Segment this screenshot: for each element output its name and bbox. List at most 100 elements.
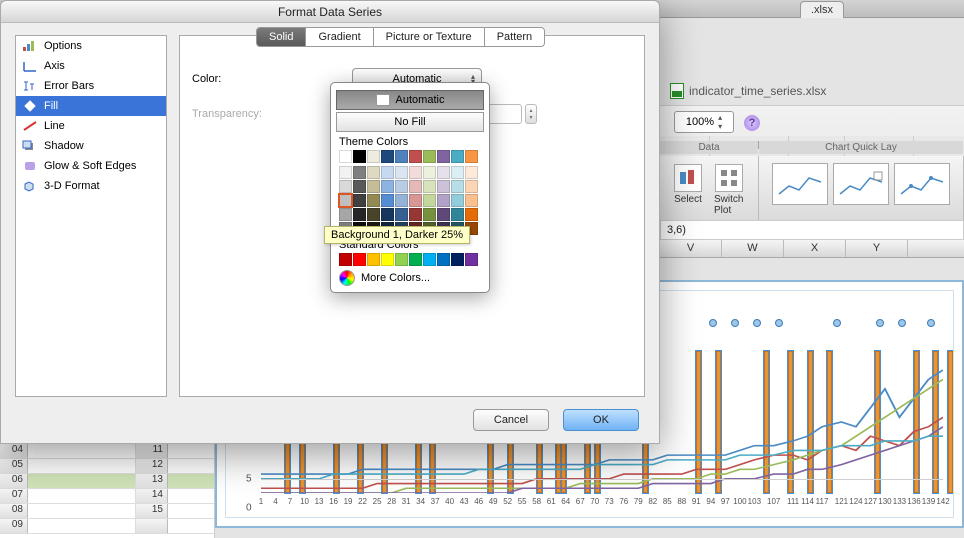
color-swatch[interactable] bbox=[367, 150, 380, 163]
transparency-stepper[interactable]: ▴▾ bbox=[525, 104, 537, 124]
color-swatch[interactable] bbox=[381, 150, 394, 163]
sidebar-item-error-bars[interactable]: Error Bars bbox=[16, 76, 166, 96]
tab-picture-texture[interactable]: Picture or Texture bbox=[374, 28, 485, 46]
color-swatch[interactable] bbox=[437, 180, 450, 193]
selection-handle[interactable] bbox=[833, 319, 841, 327]
selection-handle[interactable] bbox=[753, 319, 761, 327]
row-number[interactable]: 06 bbox=[0, 474, 28, 488]
formula-bar[interactable]: 3,6) bbox=[660, 220, 964, 240]
sidebar-item-line[interactable]: Line bbox=[16, 116, 166, 136]
chart-bar[interactable] bbox=[948, 351, 953, 493]
color-swatch[interactable] bbox=[437, 166, 450, 179]
column-header[interactable]: Y bbox=[846, 240, 908, 257]
no-fill-button[interactable]: No Fill bbox=[336, 112, 484, 132]
selection-handle[interactable] bbox=[876, 319, 884, 327]
zoom-combo[interactable]: 100%▴▾ bbox=[674, 111, 734, 133]
ok-button[interactable]: OK bbox=[563, 409, 639, 431]
color-swatch[interactable] bbox=[339, 253, 352, 266]
sidebar-item-fill[interactable]: Fill bbox=[16, 96, 166, 116]
automatic-color-button[interactable]: Automatic bbox=[336, 90, 484, 110]
color-swatch[interactable] bbox=[437, 194, 450, 207]
more-colors-button[interactable]: More Colors... bbox=[339, 270, 481, 286]
selection-handle[interactable] bbox=[775, 319, 783, 327]
color-swatch[interactable] bbox=[395, 194, 408, 207]
chart-layout-thumb[interactable] bbox=[833, 163, 889, 205]
color-swatch[interactable] bbox=[395, 150, 408, 163]
color-swatch[interactable] bbox=[395, 253, 408, 266]
color-swatch[interactable] bbox=[367, 208, 380, 221]
color-swatch[interactable] bbox=[465, 150, 478, 163]
color-swatch[interactable] bbox=[367, 194, 380, 207]
color-swatch[interactable] bbox=[381, 253, 394, 266]
selection-handle[interactable] bbox=[731, 319, 739, 327]
color-swatch[interactable] bbox=[423, 150, 436, 163]
color-swatch[interactable] bbox=[381, 180, 394, 193]
color-swatch[interactable] bbox=[465, 253, 478, 266]
sidebar-item-options[interactable]: Options bbox=[16, 36, 166, 56]
color-swatch[interactable] bbox=[451, 194, 464, 207]
color-swatch[interactable] bbox=[465, 208, 478, 221]
color-swatch[interactable] bbox=[381, 208, 394, 221]
color-swatch[interactable] bbox=[367, 166, 380, 179]
color-swatch[interactable] bbox=[339, 208, 352, 221]
color-swatch[interactable] bbox=[409, 208, 422, 221]
window-tab[interactable]: .xlsx bbox=[800, 1, 844, 18]
color-swatch[interactable] bbox=[423, 194, 436, 207]
color-swatch[interactable] bbox=[353, 194, 366, 207]
sidebar-item-glow[interactable]: Glow & Soft Edges bbox=[16, 156, 166, 176]
chart-layout-thumb[interactable] bbox=[894, 163, 950, 205]
tab-gradient[interactable]: Gradient bbox=[306, 28, 373, 46]
color-swatch[interactable] bbox=[339, 194, 352, 207]
color-swatch[interactable] bbox=[437, 253, 450, 266]
color-swatch[interactable] bbox=[423, 180, 436, 193]
row-number[interactable]: 14 bbox=[136, 489, 168, 503]
sidebar-item-shadow[interactable]: Shadow bbox=[16, 136, 166, 156]
row-number[interactable]: 05 bbox=[0, 459, 28, 473]
help-icon[interactable]: ? bbox=[744, 115, 760, 131]
color-swatch[interactable] bbox=[381, 194, 394, 207]
color-swatch[interactable] bbox=[395, 180, 408, 193]
color-swatch[interactable] bbox=[423, 253, 436, 266]
color-swatch[interactable] bbox=[395, 166, 408, 179]
color-swatch[interactable] bbox=[451, 150, 464, 163]
selection-handle[interactable] bbox=[898, 319, 906, 327]
selection-handle[interactable] bbox=[709, 319, 717, 327]
color-swatch[interactable] bbox=[409, 253, 422, 266]
color-swatch[interactable] bbox=[409, 180, 422, 193]
color-swatch[interactable] bbox=[339, 166, 352, 179]
color-swatch[interactable] bbox=[353, 166, 366, 179]
sidebar-item-axis[interactable]: Axis bbox=[16, 56, 166, 76]
color-swatch[interactable] bbox=[451, 253, 464, 266]
row-number[interactable]: 08 bbox=[0, 504, 28, 518]
row-number[interactable]: 15 bbox=[136, 504, 168, 518]
color-swatch[interactable] bbox=[451, 166, 464, 179]
color-swatch[interactable] bbox=[339, 180, 352, 193]
row-number[interactable] bbox=[136, 519, 168, 533]
color-swatch[interactable] bbox=[437, 150, 450, 163]
color-swatch[interactable] bbox=[451, 180, 464, 193]
color-swatch[interactable] bbox=[409, 194, 422, 207]
color-swatch[interactable] bbox=[423, 208, 436, 221]
color-swatch[interactable] bbox=[465, 194, 478, 207]
chart-layout-thumb[interactable] bbox=[772, 163, 828, 205]
color-swatch[interactable] bbox=[409, 166, 422, 179]
color-swatch[interactable] bbox=[409, 150, 422, 163]
switch-plot-button[interactable]: Switch Plot bbox=[708, 162, 750, 218]
column-header[interactable]: V bbox=[660, 240, 722, 257]
color-swatch[interactable] bbox=[465, 180, 478, 193]
row-number[interactable]: 04 bbox=[0, 444, 28, 458]
row-number[interactable]: 07 bbox=[0, 489, 28, 503]
cancel-button[interactable]: Cancel bbox=[473, 409, 549, 431]
color-swatch[interactable] bbox=[451, 208, 464, 221]
column-header[interactable]: X bbox=[784, 240, 846, 257]
color-swatch[interactable] bbox=[367, 180, 380, 193]
row-number[interactable]: 13 bbox=[136, 474, 168, 488]
sidebar-item-3d-format[interactable]: 3-D Format bbox=[16, 176, 166, 196]
row-number[interactable]: 12 bbox=[136, 459, 168, 473]
color-swatch[interactable] bbox=[353, 253, 366, 266]
row-number[interactable]: 11 bbox=[136, 444, 168, 458]
color-swatch[interactable] bbox=[437, 208, 450, 221]
row-number[interactable]: 09 bbox=[0, 519, 28, 533]
color-swatch[interactable] bbox=[353, 208, 366, 221]
tab-pattern[interactable]: Pattern bbox=[485, 28, 544, 46]
